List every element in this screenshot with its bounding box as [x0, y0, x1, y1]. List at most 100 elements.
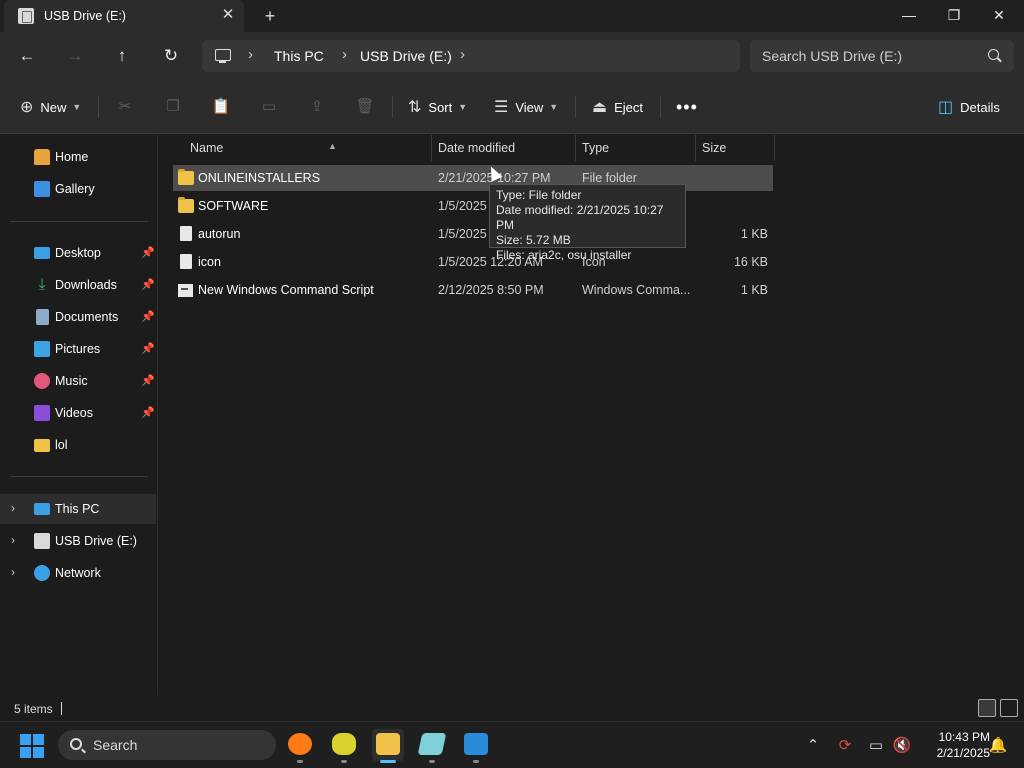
column-header-label: Name [190, 141, 224, 155]
new-label: New [40, 99, 67, 115]
file-name: autorun [198, 227, 241, 241]
maximize-button[interactable]: ❐ [931, 0, 977, 32]
volume-muted-icon[interactable]: 🔇 [892, 736, 912, 754]
clock[interactable]: 10:43 PM 2/21/2025 [920, 729, 990, 761]
file-explorer-icon[interactable] [372, 729, 404, 763]
details-view-icon[interactable] [978, 699, 996, 717]
delete-icon[interactable]: 🗑 [353, 96, 377, 118]
videos-icon [34, 405, 50, 421]
file-row[interactable]: icon 1/5/2025 12:20 AM Icon 16 KB [173, 249, 773, 275]
windows-start-icon[interactable] [20, 734, 44, 758]
address-bar[interactable]: › This PC › USB Drive (E:) › [202, 40, 740, 72]
chevron-down-icon: ▼ [72, 102, 82, 112]
sort-button[interactable]: ⇅ Sort ▼ [408, 94, 467, 120]
notification-bell-icon[interactable]: 🔔 [988, 736, 1008, 754]
back-arrow-icon[interactable]: ← [13, 42, 41, 70]
tab-close-icon[interactable]: ✕ [218, 5, 238, 25]
sidebar-item-documents[interactable]: Documents 📌 [0, 302, 156, 332]
more-options-icon[interactable]: ••• [676, 94, 698, 120]
sidebar-item-label: Pictures [55, 342, 101, 356]
chevron-up-icon[interactable]: ⌃ [803, 736, 823, 754]
chevron-right-icon[interactable]: › [11, 533, 15, 547]
paste-icon[interactable]: 📋 [209, 96, 233, 118]
breadcrumb-usb-drive[interactable]: USB Drive (E:) [360, 48, 452, 64]
details-pane-icon: ◫ [938, 99, 954, 116]
sort-icon: ⇅ [408, 99, 422, 116]
sidebar-item-pictures[interactable]: Pictures 📌 [0, 334, 156, 364]
file-row[interactable]: New Windows Command Script 2/12/2025 8:5… [173, 277, 773, 303]
pin-icon[interactable]: 📌 [141, 310, 155, 323]
pin-icon[interactable]: 📌 [141, 406, 155, 419]
chevron-right-icon[interactable]: › [342, 46, 347, 63]
sidebar-item-home[interactable]: Home [0, 142, 156, 172]
tab-usb-drive[interactable]: USB Drive (E:) ✕ [4, 0, 244, 32]
chevron-right-icon[interactable]: › [248, 46, 253, 63]
search-icon[interactable] [988, 49, 999, 60]
pin-icon[interactable]: 📌 [141, 342, 155, 355]
breadcrumb-this-pc[interactable]: This PC [274, 48, 324, 64]
search-box[interactable] [750, 40, 1014, 72]
copy-icon[interactable]: ❐ [161, 96, 185, 118]
sidebar-item-label: Music [55, 374, 88, 388]
chevron-right-icon[interactable]: › [11, 501, 15, 515]
photos-icon[interactable] [460, 729, 492, 763]
column-header-date[interactable]: Date modified [432, 135, 575, 161]
forward-arrow-icon[interactable]: → [61, 42, 89, 70]
file-explorer-icon [376, 733, 400, 755]
folder-tooltip: Type: File folder Date modified: 2/21/20… [489, 184, 686, 262]
tooltip-line: Date modified: 2/21/2025 10:27 PM [496, 203, 664, 232]
tiles-view-icon[interactable] [1000, 699, 1018, 717]
column-header-size[interactable]: Size [696, 135, 774, 161]
sidebar-item-network[interactable]: › Network [0, 558, 156, 588]
new-button[interactable]: ⊕ New ▼ [20, 94, 81, 120]
up-arrow-icon[interactable]: ↑ [108, 42, 136, 70]
minimize-button[interactable]: — [886, 0, 932, 32]
title-bar: USB Drive (E:) ✕ + — ❐ ✕ [0, 0, 1024, 32]
view-button[interactable]: ☰ View ▼ [494, 94, 558, 120]
sidebar-item-lol[interactable]: lol [0, 430, 156, 460]
firefox-icon[interactable] [284, 729, 316, 763]
file-name: icon [198, 255, 221, 269]
rename-icon[interactable]: ▭ [257, 96, 281, 118]
details-button[interactable]: ◫ Details [938, 94, 1000, 120]
taskbar-search[interactable]: Search [58, 730, 276, 760]
sidebar-item-usb-drive[interactable]: › USB Drive (E:) [0, 526, 156, 556]
sidebar-item-music[interactable]: Music 📌 [0, 366, 156, 396]
divider [10, 221, 148, 222]
eject-button[interactable]: ⏏ Eject [592, 94, 643, 120]
chevron-right-icon[interactable]: › [460, 46, 465, 63]
column-divider[interactable] [774, 135, 775, 161]
navigation-pane: Home Gallery Desktop 📌 ⤓ Downloads 📌 Doc… [0, 135, 158, 695]
cut-icon[interactable]: ✂ [113, 96, 137, 118]
sidebar-item-desktop[interactable]: Desktop 📌 [0, 238, 156, 268]
notepad-icon[interactable] [416, 729, 448, 763]
running-indicator [341, 760, 347, 763]
share-icon[interactable]: ⇪ [305, 96, 329, 118]
new-tab-button[interactable]: + [258, 5, 282, 27]
pin-icon[interactable]: 📌 [141, 374, 155, 387]
yellow-bird-app-icon[interactable] [328, 729, 360, 763]
view-label: View [515, 99, 544, 115]
sidebar-item-gallery[interactable]: Gallery [0, 174, 156, 204]
close-button[interactable]: ✕ [976, 0, 1022, 32]
pc-icon [215, 49, 231, 63]
sync-icon[interactable]: ⟳ [835, 736, 855, 754]
divider [98, 96, 99, 118]
search-icon [70, 738, 82, 750]
clock-time: 10:43 PM [938, 730, 990, 744]
refresh-icon[interactable]: ↻ [157, 42, 185, 70]
tab-title: USB Drive (E:) [44, 9, 126, 23]
column-header-name[interactable]: Name ▲ [184, 135, 432, 161]
command-bar: ⊕ New ▼ ✂ ❐ 📋 ▭ ⇪ 🗑 ⇅ Sort ▼ ☰ View ▼ ⏏ … [0, 80, 1024, 134]
sidebar-item-this-pc[interactable]: › This PC [0, 494, 156, 524]
chevron-right-icon[interactable]: › [11, 565, 15, 579]
pin-icon[interactable]: 📌 [141, 246, 155, 259]
sidebar-item-videos[interactable]: Videos 📌 [0, 398, 156, 428]
network-status-icon[interactable]: ▭ [866, 736, 886, 754]
sidebar-item-downloads[interactable]: ⤓ Downloads 📌 [0, 270, 156, 300]
sidebar-item-label: Network [55, 566, 101, 580]
pin-icon[interactable]: 📌 [141, 278, 155, 291]
item-count: 5 items [14, 702, 53, 716]
column-header-type[interactable]: Type [576, 135, 695, 161]
search-input[interactable] [762, 46, 982, 66]
